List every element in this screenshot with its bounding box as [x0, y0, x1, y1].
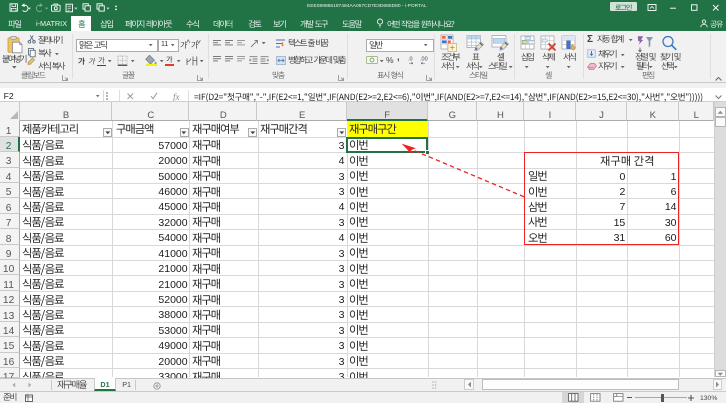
svg-text:.00: .00	[420, 57, 428, 63]
svg-text:.0: .0	[408, 57, 413, 63]
svg-text:fx: fx	[173, 92, 180, 101]
